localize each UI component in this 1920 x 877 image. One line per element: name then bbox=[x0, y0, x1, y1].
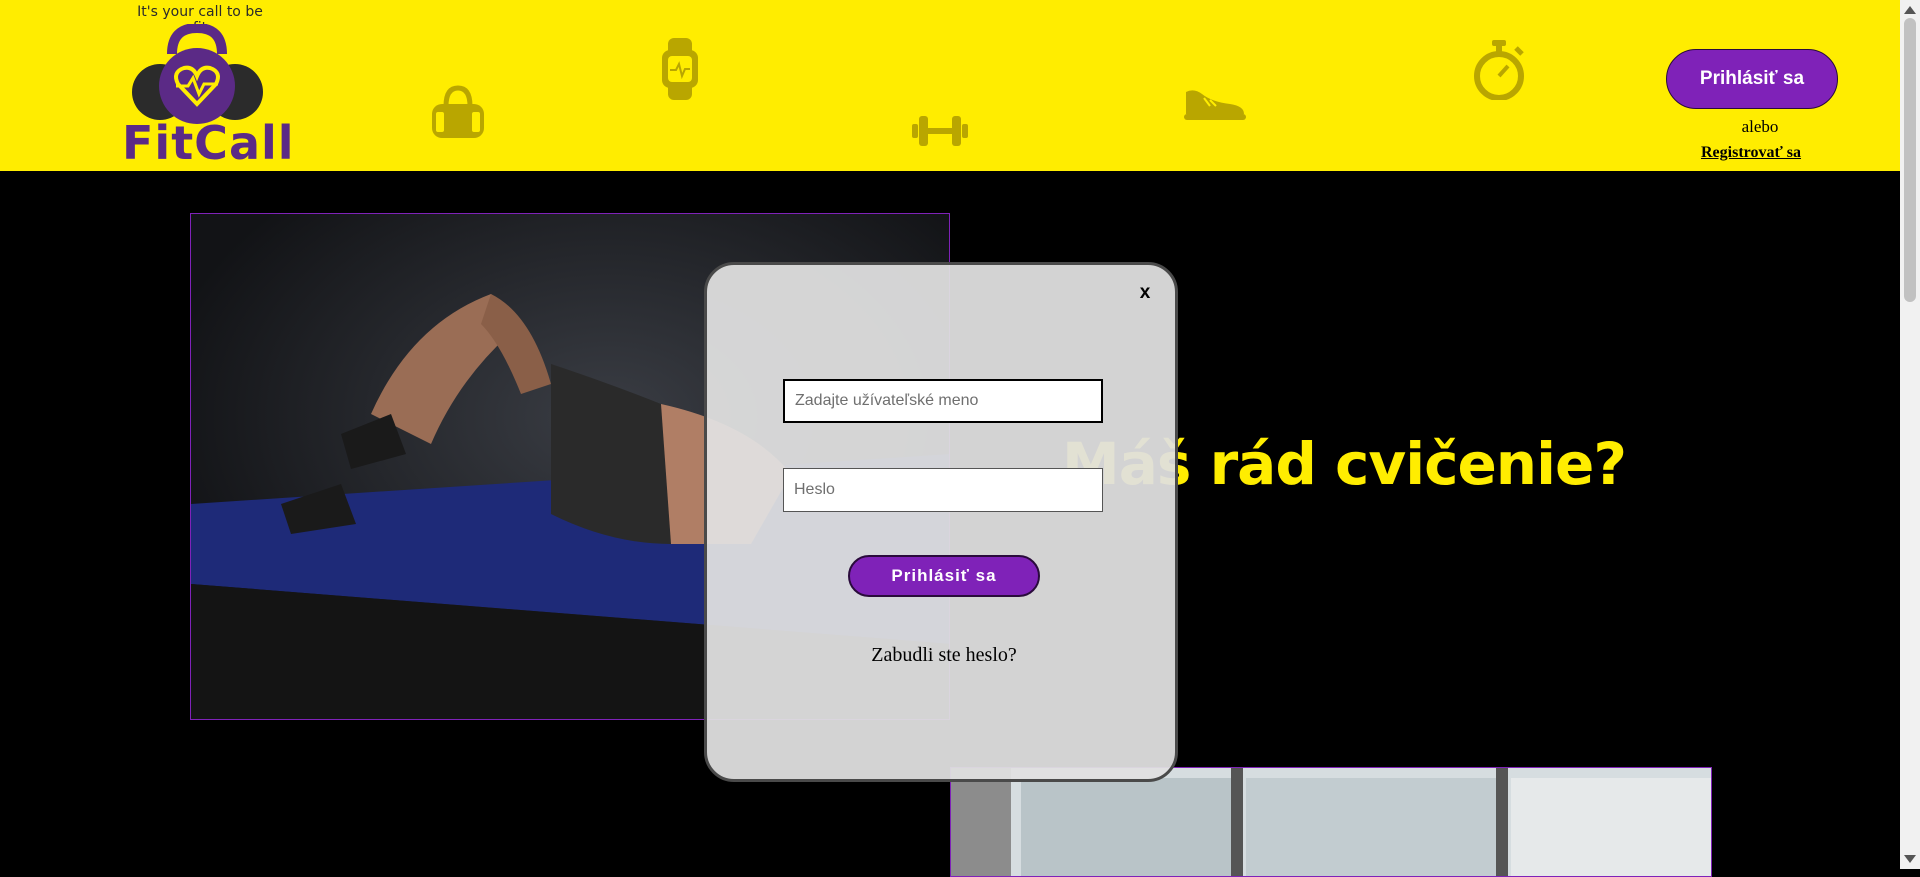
dumbbell-icon bbox=[912, 116, 968, 146]
page-scrollbar[interactable] bbox=[1900, 0, 1920, 869]
stopwatch-icon bbox=[1474, 40, 1524, 100]
sneaker-icon bbox=[1184, 90, 1246, 120]
scrollbar-thumb[interactable] bbox=[1904, 18, 1916, 302]
brand-name: FitCall bbox=[122, 116, 295, 170]
modal-login-button[interactable]: Prihlásiť sa bbox=[848, 555, 1040, 597]
login-modal: x Prihlásiť sa Zabudli ste heslo? bbox=[704, 262, 1178, 782]
gym-window-photo bbox=[950, 767, 1712, 877]
header-login-button[interactable]: Prihlásiť sa bbox=[1666, 49, 1838, 109]
site-header: It's your call to be fit FitCall Prihlás… bbox=[0, 0, 1900, 171]
or-separator: alebo bbox=[1741, 117, 1779, 136]
gym-bag-icon bbox=[432, 85, 484, 138]
forgot-password-link[interactable]: Zabudli ste heslo? bbox=[787, 644, 1101, 667]
username-input[interactable] bbox=[783, 379, 1103, 423]
register-link[interactable]: Registrovať sa bbox=[1686, 144, 1816, 162]
close-icon[interactable]: x bbox=[1133, 281, 1157, 305]
kettlebell-logo-icon[interactable] bbox=[130, 24, 265, 126]
smartwatch-icon bbox=[662, 38, 698, 100]
password-input[interactable] bbox=[783, 468, 1103, 512]
scroll-down-arrow-icon[interactable] bbox=[1904, 855, 1916, 863]
scroll-up-arrow-icon[interactable] bbox=[1904, 6, 1916, 14]
